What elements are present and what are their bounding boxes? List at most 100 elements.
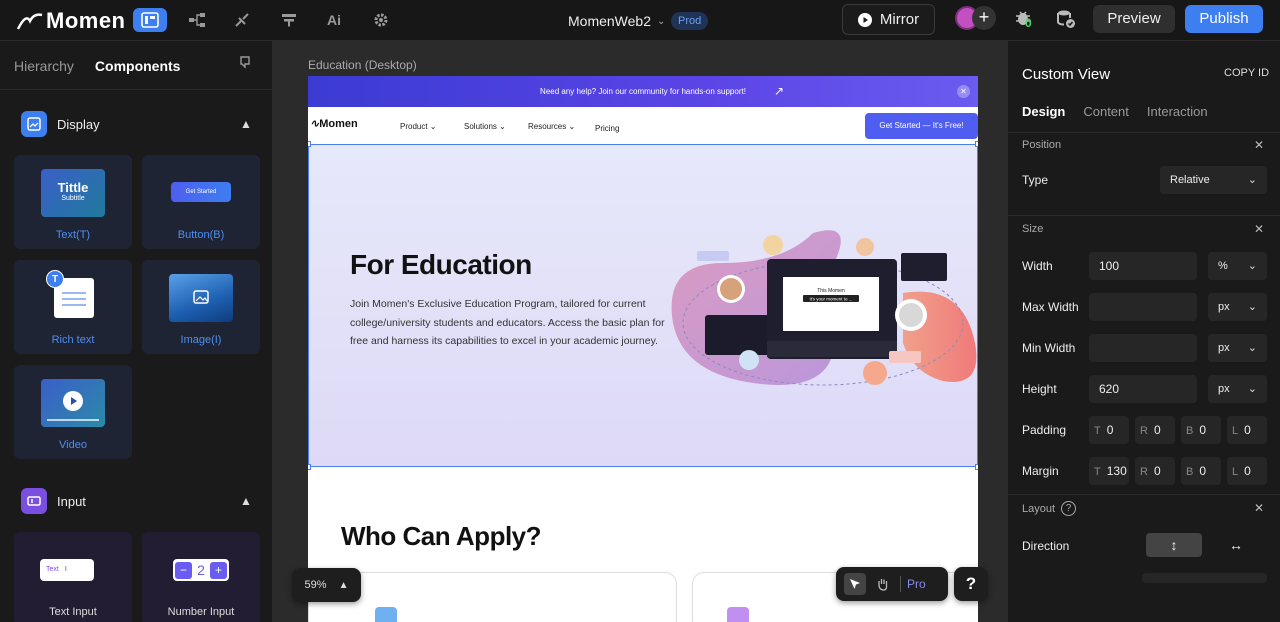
mirror-button[interactable]: Mirror (842, 4, 935, 35)
component-card-button[interactable]: Get Started Button(B) (142, 155, 260, 249)
component-card-image[interactable]: Image(I) (142, 260, 260, 354)
component-card-video[interactable]: Video (14, 365, 132, 459)
actions-icon[interactable] (225, 8, 259, 32)
hero-section[interactable]: For Education Join Momen's Exclusive Edu… (308, 144, 978, 467)
resize-handle[interactable] (308, 141, 311, 147)
collaborators[interactable]: + (955, 6, 997, 32)
canvas[interactable]: Education (Desktop) Need any help? Join … (273, 41, 1007, 622)
input-section-header[interactable]: Input (21, 488, 86, 514)
thumb-stepper: − 2 + (173, 559, 229, 581)
resize-handle[interactable] (308, 464, 311, 470)
component-label: Text Input (49, 606, 97, 618)
collapse-icon[interactable]: ✕ (1254, 138, 1264, 152)
env-badge[interactable]: Prod (671, 12, 709, 30)
close-icon[interactable]: ✕ (957, 85, 970, 98)
zoom-control[interactable]: 59% ▲ (292, 568, 361, 602)
database-check-icon[interactable] (1056, 9, 1076, 34)
nav-label: Solutions (464, 122, 497, 131)
resize-handle[interactable] (975, 141, 978, 147)
nav-product[interactable]: Product ⌄ (400, 122, 437, 131)
height-unit-select[interactable]: px ⌄ (1208, 375, 1267, 403)
component-card-number-input[interactable]: − 2 + Number Input (142, 532, 260, 622)
publish-button[interactable]: Publish (1185, 5, 1263, 33)
page-frame[interactable]: Need any help? Join our community for ha… (308, 76, 978, 622)
padding-left-input[interactable]: L0 (1227, 416, 1267, 444)
nav-solutions[interactable]: Solutions ⌄ (464, 122, 506, 131)
margin-top-input[interactable]: T 130 (1089, 457, 1129, 485)
height-input[interactable]: 620 (1089, 375, 1197, 403)
component-card-text-input[interactable]: Text I Text Input (14, 532, 132, 622)
collapse-icon[interactable]: ✕ (1254, 222, 1264, 236)
ai-icon[interactable]: Ai (318, 8, 352, 32)
display-section-header[interactable]: Display (21, 111, 100, 137)
horizontal-direction-icon[interactable]: ↔ (1208, 533, 1264, 557)
max-width-input[interactable] (1089, 293, 1197, 321)
layout-section-header: Layout ? (1022, 501, 1077, 516)
api-icon[interactable] (272, 8, 306, 32)
nav-pricing[interactable]: Pricing (595, 124, 619, 133)
vertical-direction-icon[interactable]: ↕ (1146, 533, 1202, 557)
hand-tool-icon[interactable] (872, 573, 894, 595)
component-card-rich-text[interactable]: T Rich text (14, 260, 132, 354)
rich-text-component-thumbnail: T (41, 270, 105, 322)
component-card-text[interactable]: Tittle Subtitle Text(T) (14, 155, 132, 249)
width-unit-select[interactable]: % ⌄ (1208, 252, 1267, 280)
plus-icon: + (209, 561, 227, 579)
selection-title: Custom View (1022, 66, 1111, 83)
chevron-up-icon[interactable]: ▲ (240, 117, 252, 131)
width-input[interactable]: 100 (1089, 252, 1197, 280)
padding-bottom-input[interactable]: B0 (1181, 416, 1221, 444)
position-type-select[interactable]: Relative ⌄ (1160, 166, 1267, 194)
value: 0 (1244, 423, 1251, 437)
app-logo[interactable]: Momen (16, 8, 126, 34)
site-logo[interactable]: ∿Momen (310, 117, 358, 130)
display-section-title: Display (57, 116, 100, 132)
frame-label[interactable]: Education (Desktop) (308, 58, 417, 72)
tab-hierarchy[interactable]: Hierarchy (14, 58, 74, 74)
max-width-unit-select[interactable]: px ⌄ (1208, 293, 1267, 321)
margin-left-input[interactable]: L0 (1227, 457, 1267, 485)
margin-right-input[interactable]: R0 (1135, 457, 1175, 485)
properties-tabs: Design Content Interaction (1022, 104, 1208, 119)
min-width-unit-select[interactable]: px ⌄ (1208, 334, 1267, 362)
component-library-icon[interactable] (239, 56, 251, 75)
nav-label: Resources (528, 122, 567, 131)
chevron-down-icon: ⌄ (1247, 260, 1257, 272)
preview-button[interactable]: Preview (1093, 5, 1175, 33)
layout-control[interactable] (1142, 573, 1267, 583)
external-link-icon[interactable]: ↗ (774, 76, 784, 107)
pages-icon[interactable] (133, 8, 167, 32)
min-width-input[interactable] (1089, 334, 1197, 362)
margin-bottom-input[interactable]: B0 (1181, 457, 1221, 485)
project-selector[interactable]: MomenWeb2 ⌄ (568, 13, 665, 29)
tab-interaction[interactable]: Interaction (1147, 104, 1208, 119)
site-logo-text: Momen (319, 118, 358, 130)
component-label: Button(B) (177, 229, 225, 241)
get-started-button[interactable]: Get Started — It's Free! (865, 113, 978, 139)
copy-id-button[interactable]: COPY ID (1224, 67, 1269, 79)
chevron-down-icon: ⌄ (1247, 383, 1257, 395)
thumb-title: Tittle (57, 180, 89, 195)
chevron-up-icon[interactable]: ▲ (240, 494, 252, 508)
help-icon[interactable]: ? (1061, 501, 1077, 516)
settings-icon[interactable] (364, 8, 398, 32)
padding-top-input[interactable]: T0 (1089, 416, 1129, 444)
resize-handle[interactable] (975, 464, 978, 470)
nav-resources[interactable]: Resources ⌄ (528, 122, 575, 131)
tab-design[interactable]: Design (1022, 104, 1065, 119)
collapse-icon[interactable]: ✕ (1254, 501, 1264, 515)
pro-badge[interactable]: Pro (907, 577, 926, 591)
pointer-tool-icon[interactable] (844, 573, 866, 595)
tab-components[interactable]: Components (95, 58, 181, 74)
text-badge-icon: T (46, 270, 64, 288)
chevron-down-icon: ⌄ (1247, 301, 1257, 313)
data-model-icon[interactable] (180, 8, 214, 32)
add-collaborator-icon[interactable]: + (972, 6, 996, 30)
value: 130 (1106, 464, 1127, 478)
padding-right-input[interactable]: R0 (1135, 416, 1175, 444)
top-bar: Momen Ai MomenWeb2 ⌄ Prod Mirror + 0 Pre… (0, 0, 1280, 41)
help-button[interactable]: ? (954, 567, 988, 601)
unit-value: px (1218, 301, 1230, 313)
component-label: Video (59, 439, 87, 451)
tab-content[interactable]: Content (1083, 104, 1129, 119)
